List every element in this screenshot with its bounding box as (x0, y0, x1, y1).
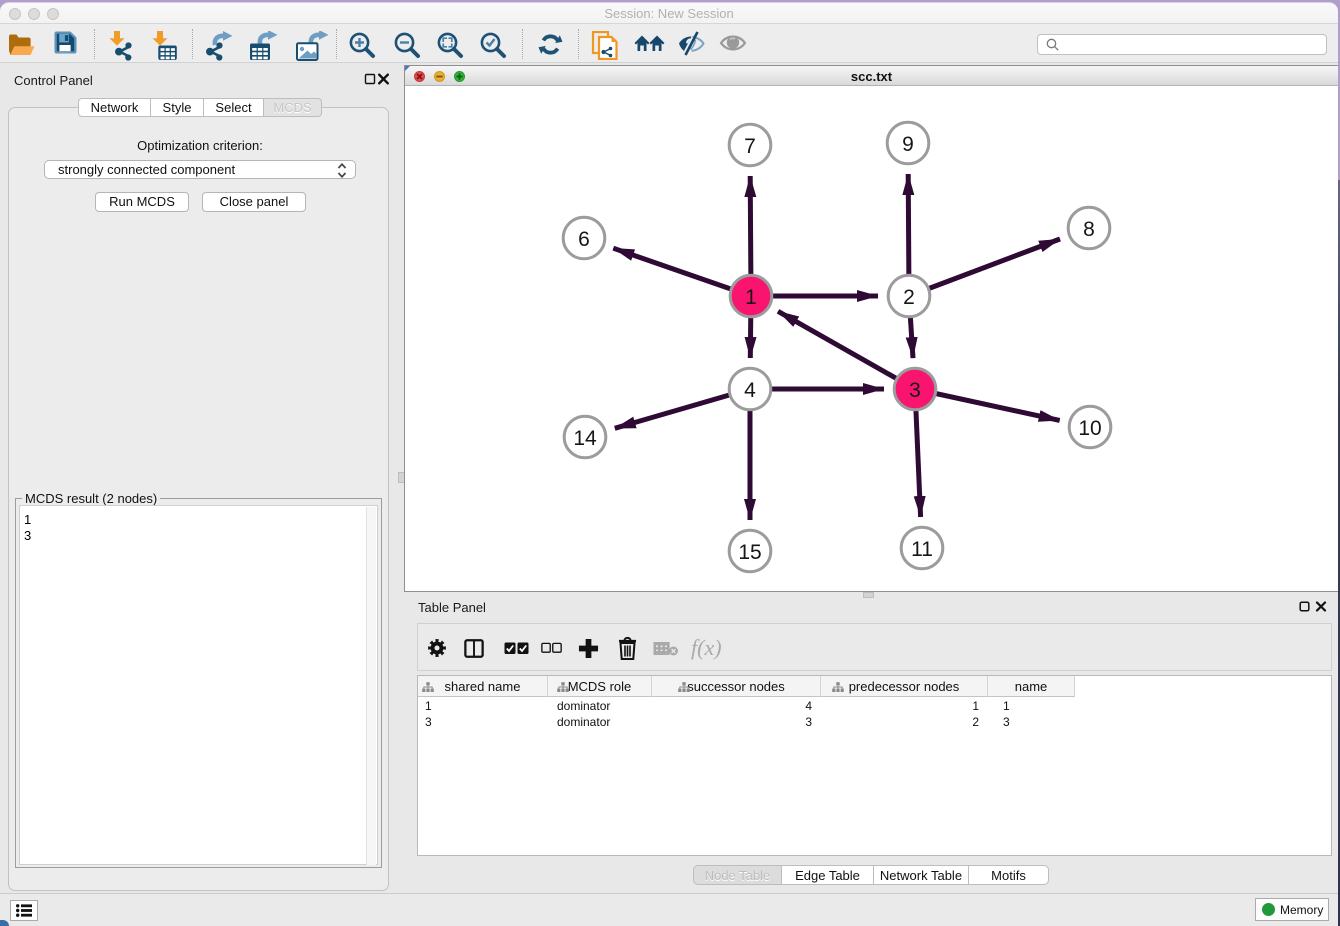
svg-text:14: 14 (573, 427, 597, 450)
svg-text:15: 15 (738, 541, 761, 564)
svg-text:6: 6 (578, 228, 590, 251)
svg-text:2: 2 (903, 286, 915, 309)
svg-text:9: 9 (902, 133, 914, 156)
svg-text:7: 7 (744, 135, 756, 158)
svg-text:1: 1 (745, 286, 757, 309)
svg-text:8: 8 (1083, 218, 1095, 241)
svg-text:10: 10 (1078, 417, 1101, 440)
svg-text:11: 11 (911, 538, 933, 561)
svg-text:4: 4 (744, 379, 756, 402)
svg-text:3: 3 (909, 379, 921, 402)
